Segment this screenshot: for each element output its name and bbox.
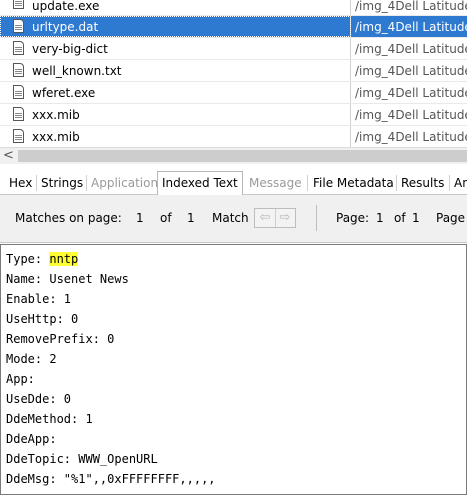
file-path: /img_4Dell Latitude [355,64,467,78]
file-path: /img_4Dell Latitude [355,108,467,122]
file-name: well_known.txt [32,64,122,78]
content-viewer-tabs: Hex Strings Application Indexed Text Mes… [0,171,467,196]
file-icon [13,41,24,55]
file-path: /img_4Dell Latitude [355,86,467,100]
file-icon [13,85,24,99]
splitter[interactable] [0,164,467,171]
text-line-prefix: App: [6,372,35,386]
file-row[interactable]: very-big-dict /img_4Dell Latitude [0,38,467,60]
file-row[interactable]: xxx.mib /img_4Dell Latitude [0,126,467,147]
file-row[interactable]: update.exe /img_4Dell Latitude [0,0,467,16]
text-line: DdeMethod: 1 [6,410,93,428]
text-line-prefix: UseDde: 0 [6,392,72,406]
tab-strings[interactable]: Strings [37,173,85,195]
file-name: wferet.exe [32,86,96,100]
text-line: UseHttp: 0 [6,310,78,328]
text-line: DdeTopic: WWW_OpenURL [6,450,158,468]
horizontal-scrollbar[interactable]: < [0,147,467,164]
next-match-icon[interactable]: ⇨ [275,209,295,227]
match-of-label: of [160,211,172,225]
text-line-prefix: DdeMsg: "%1",,0xFFFFFFFF,,,,, [6,472,216,486]
tab-results[interactable]: Results [397,173,447,195]
text-line: Mode: 2 [6,350,57,368]
file-name: update.exe [32,0,100,13]
file-path: /img_4Dell Latitude [355,130,467,144]
text-line-prefix: DdeMethod: 1 [6,412,93,426]
file-row[interactable]: xxx.mib /img_4Dell Latitude [0,104,467,126]
text-line: Type: nntp [6,250,79,268]
file-name-cell[interactable]: xxx.mib [0,126,351,147]
total-matches-value: 1 [187,211,195,225]
text-line-prefix: Type: [6,252,50,266]
text-line-prefix: Mode: 2 [6,352,57,366]
file-list: update.exe /img_4Dell Latitude urltype.d… [0,0,467,147]
text-line: DdeMsg: "%1",,0xFFFFFFFF,,,,, [6,470,216,488]
text-line-prefix: DdeTopic: WWW_OpenURL [6,452,158,466]
tab-file-metadata[interactable]: File Metadata [309,173,395,195]
file-name-cell[interactable]: xxx.mib [0,104,351,125]
file-row[interactable]: well_known.txt /img_4Dell Latitude [0,60,467,82]
file-name-cell[interactable]: well_known.txt [0,60,351,81]
scroll-left-icon[interactable]: < [0,148,17,164]
page-navigation-label: Page [436,211,466,225]
page-of-label: of [394,211,406,225]
toolbar-divider [316,205,317,231]
text-line: UseDde: 0 [6,390,71,408]
text-line: DdeApp: [6,430,57,448]
tab-annotations[interactable]: An [450,173,467,195]
current-page-value: 1 [376,211,384,225]
text-line-prefix: UseHttp: 0 [6,312,79,326]
text-line-prefix: DdeApp: [6,432,57,446]
file-name-cell[interactable]: update.exe [0,0,351,15]
tab-divider [307,175,308,191]
text-line: RemovePrefix: 0 [6,330,114,348]
tab-message[interactable]: Message [245,173,305,195]
file-icon [13,129,24,143]
file-name-cell[interactable]: urltype.dat [0,16,351,37]
file-icon [13,0,24,9]
match-label: Match [212,211,249,225]
file-path: /img_4Dell Latitude [355,42,467,56]
file-name: xxx.mib [32,130,80,144]
file-icon [13,63,24,77]
file-row[interactable]: wferet.exe /img_4Dell Latitude [0,82,467,104]
file-name-cell[interactable]: wferet.exe [0,82,351,103]
file-row[interactable]: urltype.dat /img_4Dell Latitude [0,16,467,38]
text-line: App: [6,370,35,388]
text-line-prefix: Enable: 1 [6,292,72,306]
search-highlight: nntp [49,252,79,266]
matches-on-page-label: Matches on page: [15,211,122,225]
tab-indexed-text[interactable]: Indexed Text [157,171,243,196]
file-name-cell[interactable]: very-big-dict [0,38,351,59]
file-path: /img_4Dell Latitude [355,20,467,34]
tab-application[interactable]: Application [87,173,158,195]
file-name: very-big-dict [32,42,108,56]
file-icon [13,107,24,121]
text-line-prefix: Name: Usenet News [6,272,129,286]
scroll-thumb[interactable] [18,150,467,162]
match-navigation: ⇦ ⇨ [254,208,296,228]
total-pages-value: 1 [412,211,420,225]
tab-hex[interactable]: Hex [5,173,35,195]
previous-match-icon[interactable]: ⇦ [255,209,276,227]
file-name: urltype.dat [32,20,99,34]
page-label: Page: [336,211,370,225]
current-match-value: 1 [136,211,144,225]
text-line-prefix: RemovePrefix: 0 [6,332,115,346]
indexed-text-content[interactable]: Type: nntp Name: Usenet News Enable: 1 U… [0,244,467,495]
file-path: /img_4Dell Latitude [355,0,467,13]
search-toolbar: Matches on page: 1 of 1 Match ⇦ ⇨ Page: … [0,195,467,243]
text-line: Enable: 1 [6,290,71,308]
file-icon [13,19,24,33]
file-name: xxx.mib [32,108,80,122]
text-line: Name: Usenet News [6,270,129,288]
